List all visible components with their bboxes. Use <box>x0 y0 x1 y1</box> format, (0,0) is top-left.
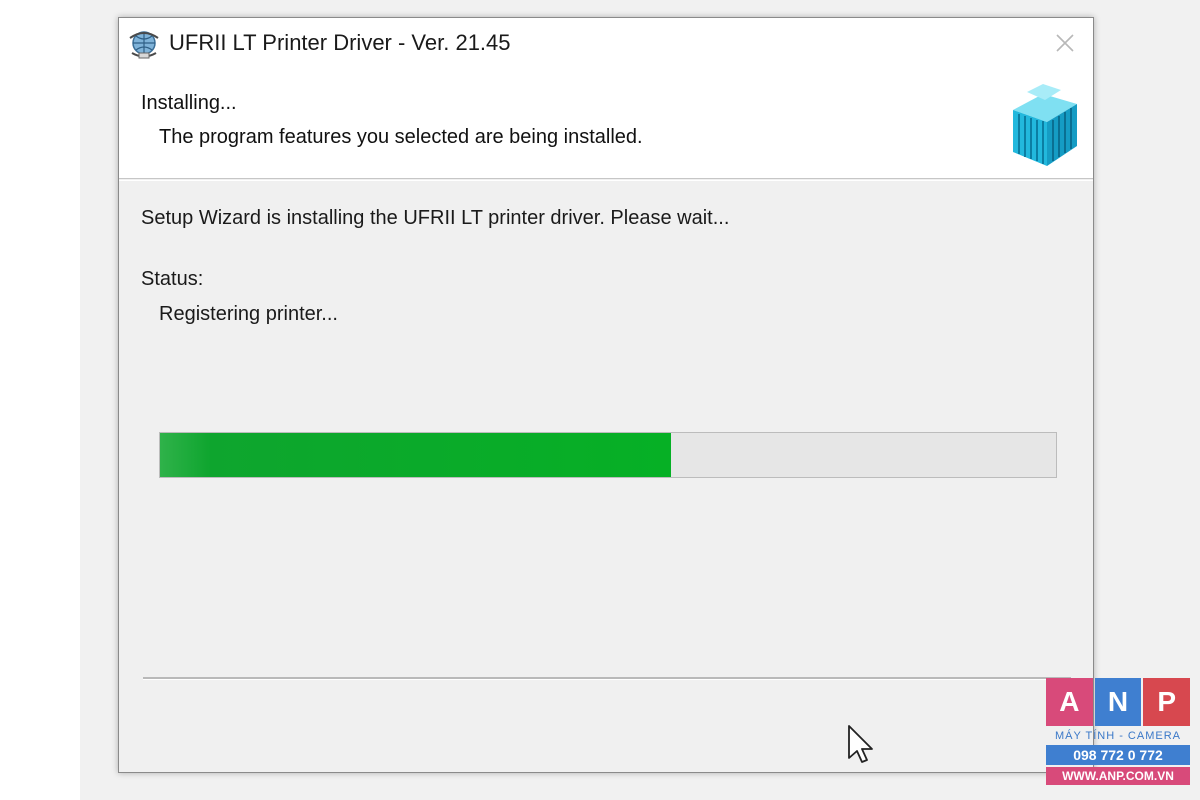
header-divider <box>119 180 1093 181</box>
anp-watermark: A N P MÁY TÍNH - CAMERA 098 772 0 772 WW… <box>1046 678 1191 788</box>
header-subtitle: The program features you selected are be… <box>159 126 643 148</box>
installer-dialog: UFRII LT Printer Driver - Ver. 21.45 Ins… <box>118 17 1094 773</box>
watermark-logo: A N P <box>1046 678 1191 726</box>
window-title: UFRII LT Printer Driver - Ver. 21.45 <box>169 30 511 55</box>
close-icon <box>1056 34 1074 52</box>
header-title: Installing... <box>141 92 237 114</box>
watermark-letter-a: A <box>1046 678 1093 726</box>
watermark-letter-p: P <box>1143 678 1191 726</box>
watermark-website: WWW.ANP.COM.VN <box>1046 767 1190 785</box>
header-panel: Installing... The program features you s… <box>119 68 1093 179</box>
close-button[interactable] <box>1043 26 1087 60</box>
printer-driver-package-icon <box>1013 84 1077 166</box>
footer-divider <box>143 677 1071 680</box>
progress-bar <box>159 432 1057 478</box>
progress-fill <box>160 433 671 477</box>
installer-globe-icon <box>129 31 159 59</box>
mouse-cursor-icon <box>848 725 873 763</box>
install-message: Setup Wizard is installing the UFRII LT … <box>141 207 730 229</box>
watermark-letter-n: N <box>1094 678 1142 726</box>
title-bar[interactable]: UFRII LT Printer Driver - Ver. 21.45 <box>119 18 1093 68</box>
status-label: Status: <box>141 268 204 290</box>
watermark-tagline: MÁY TÍNH - CAMERA <box>1055 730 1181 742</box>
status-value: Registering printer... <box>159 303 338 325</box>
watermark-phone: 098 772 0 772 <box>1046 745 1190 765</box>
